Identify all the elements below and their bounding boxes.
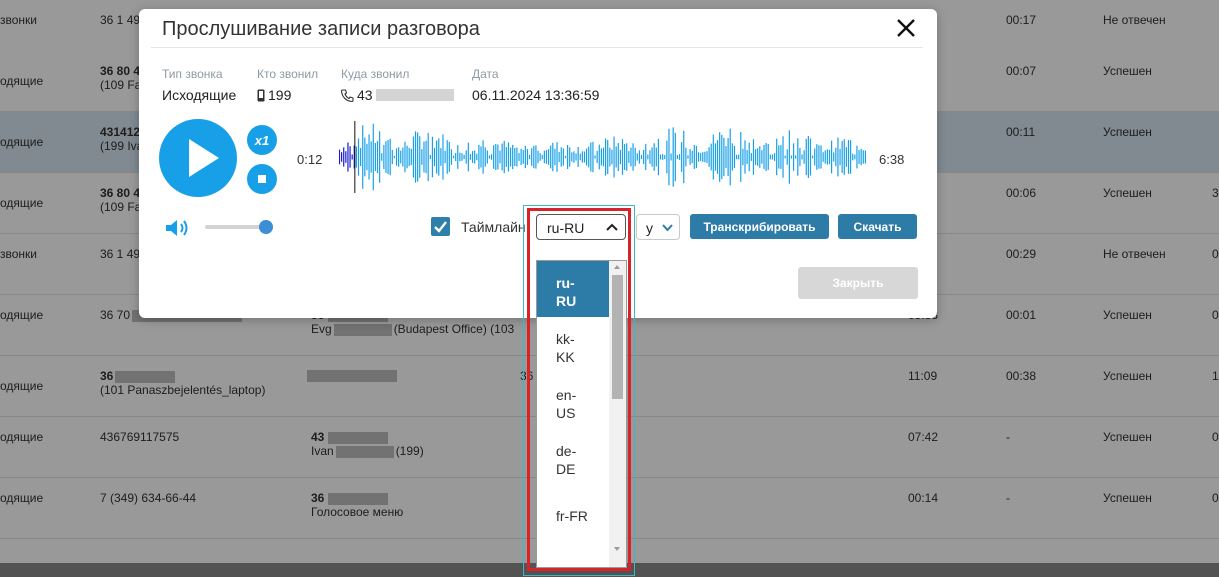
scroll-up-icon[interactable] xyxy=(614,265,620,269)
play-button[interactable] xyxy=(159,119,237,197)
close-button[interactable]: Закрыть xyxy=(798,267,918,299)
language-option[interactable]: fr-FR xyxy=(537,485,610,541)
language-option-line2: KK xyxy=(556,349,575,365)
language-option[interactable]: fi-FI xyxy=(537,541,610,567)
scroll-down-icon[interactable] xyxy=(614,547,620,551)
speed-button[interactable]: x1 xyxy=(247,125,277,155)
secondary-select-value: у xyxy=(646,220,653,236)
stop-button[interactable] xyxy=(247,164,277,194)
language-option-line1: fi-FI xyxy=(556,563,610,567)
call-type-label: Тип звонка xyxy=(162,67,223,81)
redacted-block xyxy=(375,89,454,101)
date-value: 06.11.2024 13:36:59 xyxy=(472,87,599,103)
download-button[interactable]: Скачать xyxy=(838,214,917,239)
language-option-line1: en- xyxy=(556,387,577,403)
modal-title: Прослушивание записи разговора xyxy=(162,18,480,40)
timeline-label: Таймлайн xyxy=(461,219,526,235)
language-option-line2: US xyxy=(556,405,576,421)
caller-number: 199 xyxy=(268,87,292,103)
callee-value: 43 xyxy=(341,87,454,103)
timeline-checkbox[interactable] xyxy=(431,217,450,236)
date-text: 06.11.2024 13:36:59 xyxy=(472,87,600,103)
volume-slider-thumb[interactable] xyxy=(259,220,273,234)
language-option-line1: kk- xyxy=(556,331,575,347)
language-option[interactable]: en- US xyxy=(537,373,610,429)
modal-divider xyxy=(151,47,923,48)
callee-label: Куда звонил xyxy=(341,67,410,81)
language-options-list[interactable]: ru- RU kk- KK en- US de- DE fr-FR fi-FI xyxy=(536,260,627,568)
waveform[interactable] xyxy=(339,121,867,193)
language-option-line2: RU xyxy=(556,293,577,309)
phone-device-icon xyxy=(257,89,265,101)
dropdown-scrollbar-thumb[interactable] xyxy=(612,275,623,399)
language-option[interactable]: de- DE xyxy=(537,429,610,485)
current-time: 0:12 xyxy=(297,152,323,167)
language-option-line2: DE xyxy=(556,461,576,477)
call-type-value: Исходящие xyxy=(162,87,236,103)
date-label: Дата xyxy=(472,67,499,81)
checkmark-icon xyxy=(434,221,447,233)
language-option-line1: de- xyxy=(556,443,577,459)
callee-number: 43 xyxy=(357,87,373,103)
call-type-text: Исходящие xyxy=(162,87,237,103)
total-time: 6:38 xyxy=(879,152,905,167)
close-icon[interactable] xyxy=(895,17,917,39)
language-option[interactable]: kk- KK xyxy=(537,317,610,373)
transcribe-button[interactable]: Транскрибировать xyxy=(690,214,829,239)
language-option-line1: ru- xyxy=(556,275,575,291)
dropdown-scrollbar[interactable] xyxy=(609,261,626,567)
volume-slider-track[interactable] xyxy=(205,225,267,229)
caller-label: Кто звонил xyxy=(257,67,319,81)
secondary-select[interactable]: у xyxy=(636,214,680,240)
language-option[interactable]: ru- RU xyxy=(537,261,610,317)
chevron-down-icon xyxy=(662,224,673,231)
play-icon xyxy=(189,139,219,177)
volume-icon[interactable] xyxy=(164,217,194,239)
handset-icon xyxy=(341,88,354,102)
caller-value: 199 xyxy=(257,87,291,103)
language-option-line1: fr-FR xyxy=(556,508,588,524)
